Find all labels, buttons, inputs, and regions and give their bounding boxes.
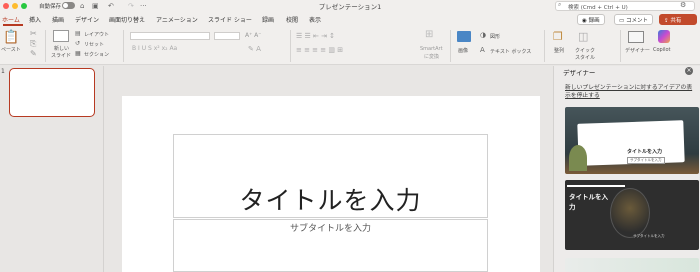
more-icon[interactable]: ··· (140, 2, 147, 10)
picture-label: 画像 (458, 48, 469, 54)
active-tab-indicator (3, 24, 23, 26)
paste-icon[interactable]: 📋 (3, 31, 19, 44)
ribbon-separator (123, 30, 124, 62)
tab-animations[interactable]: アニメーション (156, 15, 198, 24)
redo-icon[interactable]: ↷ (128, 2, 134, 10)
quick-style-icon[interactable]: ◫ (578, 31, 588, 42)
arrange-label: 整列 (554, 48, 565, 54)
align-icons[interactable]: ≡ ≡ ≡ ≡ ▥ ⊞ (296, 46, 343, 54)
card-2-rule (567, 185, 625, 187)
cut-icon[interactable]: ✂ (30, 30, 37, 38)
quick-style-label-2: スタイル (575, 55, 596, 61)
copy-icon[interactable]: ⎘ (30, 40, 36, 48)
layout-button[interactable]: レイアウト (84, 31, 109, 38)
shapes-button[interactable]: 図形 (490, 33, 500, 40)
close-icon[interactable]: × (685, 67, 693, 75)
copilot-label: Copilot (653, 47, 671, 53)
ribbon-separator (544, 30, 545, 62)
tab-slideshow[interactable]: スライド ショー (208, 15, 252, 24)
smartart-icon[interactable]: ⊞ (425, 30, 433, 40)
search-input[interactable]: 検索 (Cmd + Ctrl + U) (555, 1, 695, 11)
designer-icon[interactable] (628, 31, 644, 43)
ribbon-separator (620, 30, 621, 62)
designer-pane-title: デザイナー (563, 69, 596, 77)
reset-button[interactable]: リセット (84, 41, 104, 48)
designer-label: デザイナー (625, 48, 650, 54)
paste-label: ペースト (1, 47, 21, 53)
comment-icon: ▭ (619, 18, 626, 24)
close-window-button[interactable] (3, 3, 9, 9)
autosave-label: 自動保存 (39, 4, 62, 10)
tab-transitions[interactable]: 画面切り替え (109, 15, 145, 24)
tab-insert[interactable]: 挿入 (29, 15, 41, 24)
reset-icon: ↺ (75, 40, 81, 47)
autosave-toggle[interactable] (62, 2, 75, 9)
card-2-title-1: タイトルを入 (569, 193, 608, 201)
format-painter-icon[interactable]: ✎ (30, 50, 37, 58)
comment-button-label: コメント (625, 18, 648, 24)
textbox-button[interactable]: テキスト ボックス (490, 48, 531, 55)
card-2-title-2: 力 (569, 203, 576, 211)
undo-icon[interactable]: ↶ (108, 2, 114, 10)
card-1-subtitle: サブタイトルを入力 (627, 157, 665, 164)
save-icon[interactable]: ▣ (92, 2, 99, 10)
window-title: プレゼンテーション1 (318, 3, 382, 11)
arrange-icon[interactable]: ❐ (553, 31, 563, 42)
textbox-icon: A (480, 46, 485, 54)
increase-font-icon[interactable]: A⁺ A⁻ (245, 32, 261, 40)
record-button-label: 録画 (588, 18, 600, 24)
ribbon-separator (450, 30, 451, 62)
quick-style-label-1: クイック (575, 48, 596, 54)
tab-home[interactable]: ホーム (2, 15, 20, 24)
design-idea-card-2[interactable]: タイトルを入 力 サブタイトルを入力 (565, 180, 699, 250)
minimize-window-button[interactable] (12, 3, 18, 9)
smartart-label-1: SmartArt (420, 46, 443, 52)
smartart-label-2: に変換 (424, 54, 440, 60)
share-button-label: 共有 (670, 18, 682, 24)
search-icon: ⌕ (558, 1, 562, 8)
ribbon-separator (290, 30, 291, 62)
list-icons[interactable]: ☰ ☰ ⇤ ⇥ ↕ (296, 32, 335, 40)
new-slide-icon[interactable] (53, 30, 69, 42)
design-idea-card-1[interactable]: タイトルを入力 サブタイトルを入力 (565, 107, 699, 174)
tab-design[interactable]: デザイン (75, 15, 99, 24)
font-format-icons[interactable]: B I U S x² x₂ Aa (132, 45, 177, 53)
picture-icon[interactable] (457, 31, 471, 42)
title-placeholder[interactable]: タイトルを入力 (173, 134, 488, 218)
card-1-title: タイトルを入力 (627, 149, 663, 155)
copilot-icon[interactable] (658, 30, 670, 43)
new-slide-label-1: 新しい (54, 46, 70, 52)
stop-ideas-link[interactable]: 新しいプレゼンテーションに対するアイデアの表示を停止する (565, 84, 697, 100)
slide-number: 1 (1, 68, 5, 75)
settings-icon[interactable]: ⚙ (680, 1, 686, 9)
record-button[interactable]: ◉ 録画 (577, 14, 605, 25)
tab-record[interactable]: 録画 (262, 15, 274, 24)
card-1-plant (569, 145, 587, 171)
card-2-bulb (610, 188, 650, 238)
comment-button[interactable]: ▭ コメント (614, 14, 653, 25)
zoom-window-button[interactable] (21, 3, 27, 9)
tab-draw[interactable]: 描画 (52, 15, 64, 24)
subtitle-placeholder[interactable]: サブタイトルを入力 (173, 219, 488, 272)
tab-review[interactable]: 校閲 (286, 15, 298, 24)
share-button[interactable]: ⇪ 共有 (659, 14, 697, 25)
section-button[interactable]: セクション (84, 51, 109, 58)
home-icon[interactable]: ⌂ (80, 2, 84, 10)
section-icon: ▦ (75, 50, 81, 57)
layout-icon: ▤ (75, 30, 81, 37)
tab-view[interactable]: 表示 (309, 15, 321, 24)
slide-thumbnail[interactable] (9, 68, 95, 117)
font-name-select[interactable] (130, 32, 210, 40)
ribbon-separator (45, 30, 46, 62)
new-slide-label-2: スライド (51, 53, 72, 59)
design-idea-card-3[interactable] (565, 258, 699, 272)
card-2-subtitle: サブタイトルを入力 (633, 234, 665, 238)
font-size-select[interactable] (214, 32, 240, 40)
font-color-icons[interactable]: ✎ A (248, 45, 261, 53)
shapes-icon: ◑ (480, 31, 487, 39)
